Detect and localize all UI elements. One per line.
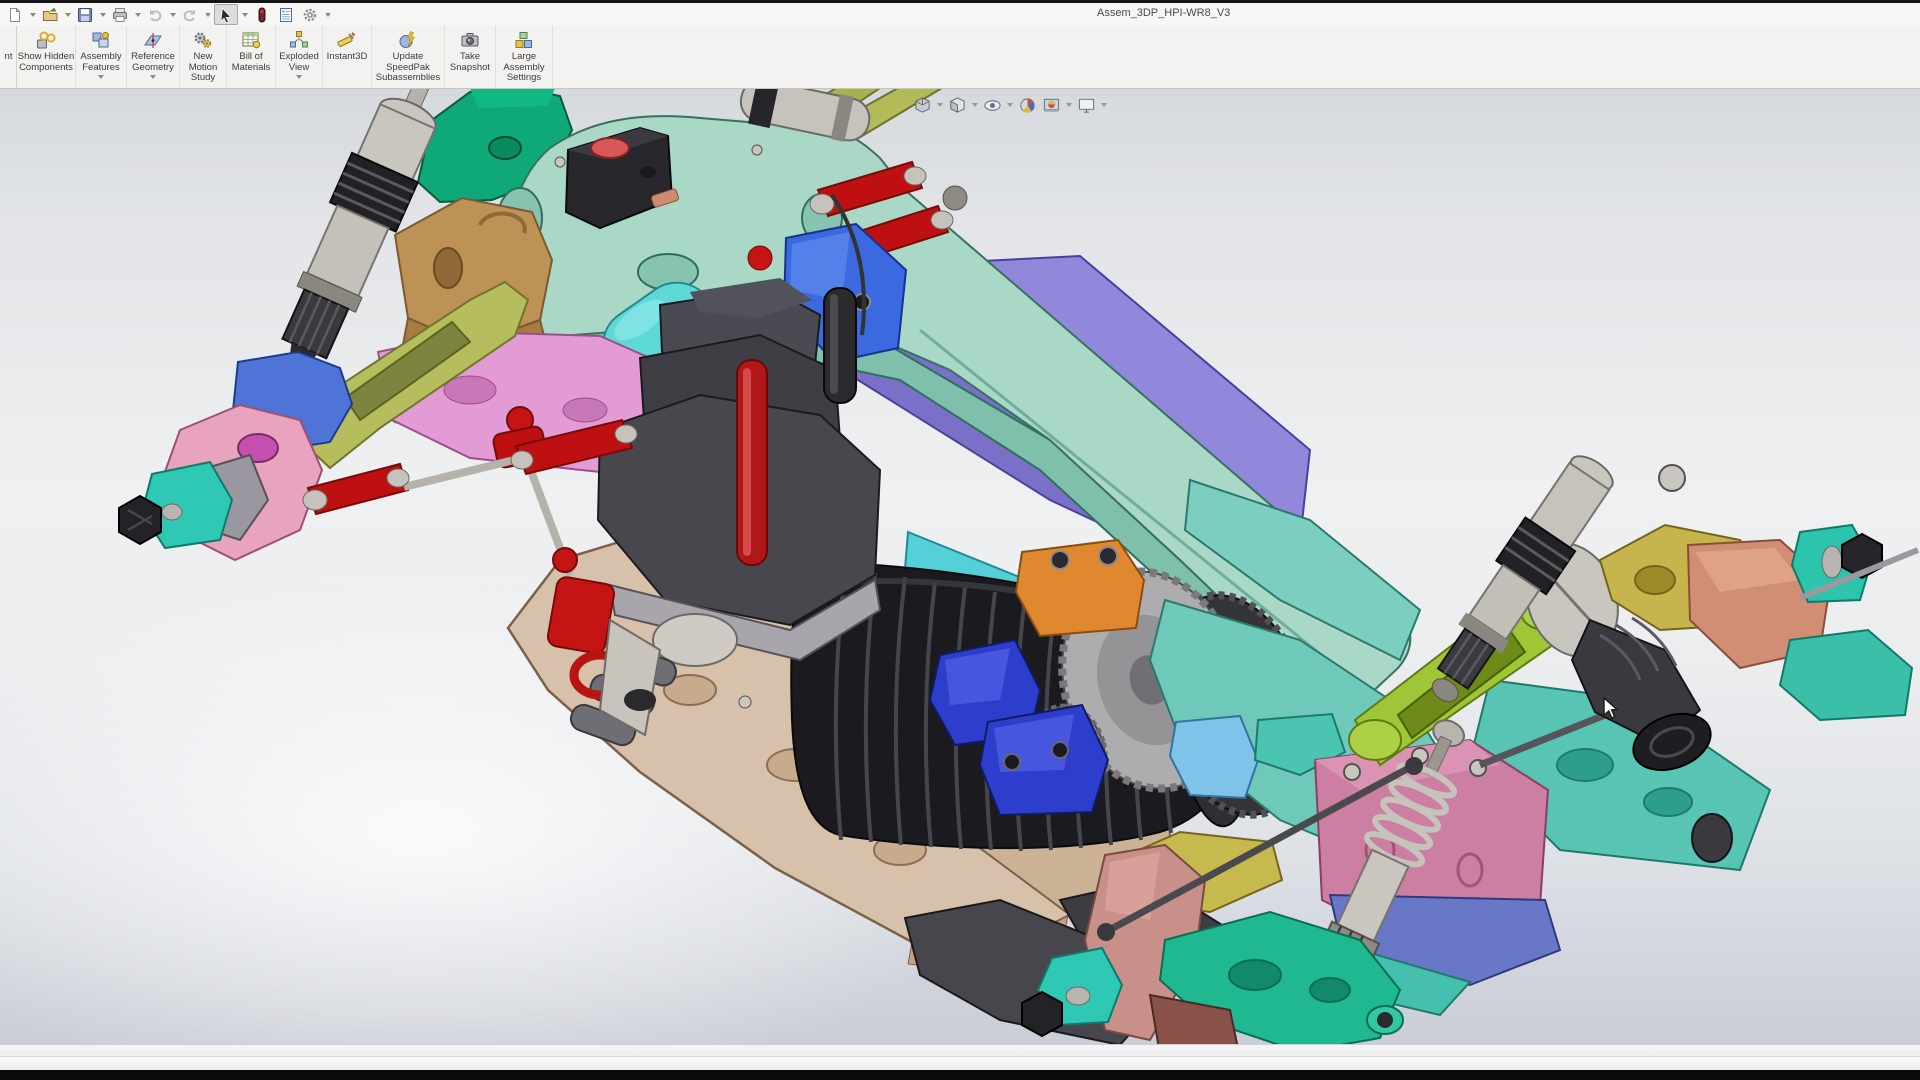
redo-button[interactable] (179, 5, 201, 24)
ribbon-button-update-speedpak[interactable]: Update SpeedPak Subassemblies (372, 26, 445, 88)
apply-scene-icon[interactable] (1041, 95, 1062, 116)
bill-of-materials-icon (241, 30, 261, 50)
solidworks-window: Assem_3DP_HPI-WR8_V3 nt Show Hidden Comp… (0, 0, 1920, 1080)
dropdown-caret-icon[interactable] (150, 75, 156, 79)
rebuild-traffic-light-icon (254, 7, 270, 23)
document-title: Assem_3DP_HPI-WR8_V3 (1097, 7, 1297, 19)
exploded-view-icon (289, 30, 309, 50)
viewport[interactable] (0, 89, 1920, 1044)
save-icon (77, 7, 93, 23)
print-dropdown-caret-icon[interactable] (133, 5, 142, 24)
save-dropdown-caret-icon[interactable] (98, 5, 107, 24)
open-button[interactable] (39, 5, 61, 24)
select-tool-button[interactable] (214, 4, 238, 25)
show-hidden-components-icon (36, 30, 56, 50)
taskbar-strip (0, 1070, 1920, 1080)
rebuild-button[interactable] (251, 5, 273, 24)
redo-dropdown-caret-icon[interactable] (203, 5, 212, 24)
heads-up-view-toolbar (912, 93, 1108, 117)
print-icon (112, 7, 128, 23)
open-folder-icon (42, 7, 58, 23)
command-manager-ribbon: nt Show Hidden Components Assembly Featu… (0, 26, 1920, 89)
view-settings-icon[interactable] (1076, 95, 1097, 116)
large-assembly-settings-icon (514, 30, 534, 50)
update-speedpak-icon (398, 30, 418, 50)
reference-geometry-icon (143, 30, 163, 50)
status-bar (0, 1044, 1920, 1071)
display-style-icon[interactable] (947, 95, 968, 116)
ribbon-button-instant3d[interactable]: Instant3D (323, 26, 372, 88)
instant3d-icon (337, 30, 357, 50)
open-dropdown-caret-icon[interactable] (63, 5, 72, 24)
ribbon-button-take-snapshot[interactable]: Take Snapshot (445, 26, 496, 88)
apply-scene-caret-icon[interactable] (1065, 95, 1073, 116)
file-properties-icon (278, 7, 294, 23)
ribbon-button-exploded-view[interactable]: Exploded View (276, 26, 323, 88)
ribbon-button-bill-of-materials[interactable]: Bill of Materials (227, 26, 276, 88)
hide-show-items-icon[interactable] (982, 95, 1003, 116)
view-orientation-icon[interactable] (912, 95, 933, 116)
status-bar-divider (0, 1056, 1920, 1057)
assembly-features-icon (91, 30, 111, 50)
view-orientation-caret-icon[interactable] (936, 95, 944, 116)
quick-access-toolbar: Assem_3DP_HPI-WR8_V3 (0, 3, 1920, 27)
select-dropdown-caret-icon[interactable] (240, 5, 249, 24)
save-button[interactable] (74, 5, 96, 24)
print-button[interactable] (109, 5, 131, 24)
undo-icon (147, 7, 163, 23)
undo-button[interactable] (144, 5, 166, 24)
redo-icon (182, 7, 198, 23)
part-orange-bracket[interactable] (1016, 540, 1144, 636)
new-dropdown-caret-icon[interactable] (28, 5, 37, 24)
select-arrow-icon (218, 7, 234, 23)
undo-dropdown-caret-icon[interactable] (168, 5, 177, 24)
ribbon-button-reference-geometry[interactable]: Reference Geometry (127, 26, 180, 88)
part-front-left-knuckle[interactable] (119, 405, 322, 560)
ribbon-button-insert-components[interactable]: nt (0, 26, 17, 88)
ribbon-button-show-hidden-components[interactable]: Show Hidden Components (17, 26, 76, 88)
new-motion-study-icon (193, 30, 213, 50)
hide-show-caret-icon[interactable] (1006, 95, 1014, 116)
dropdown-caret-icon[interactable] (98, 75, 104, 79)
edit-appearance-icon[interactable] (1017, 95, 1038, 116)
view-settings-caret-icon[interactable] (1100, 95, 1108, 116)
ribbon-button-new-motion-study[interactable]: New Motion Study (180, 26, 227, 88)
new-document-icon (7, 7, 23, 23)
dropdown-caret-icon[interactable] (296, 75, 302, 79)
new-document-button[interactable] (4, 5, 26, 24)
options-button[interactable] (299, 5, 321, 24)
ribbon-button-large-assembly-settings[interactable]: Large Assembly Settings (496, 26, 553, 88)
display-style-caret-icon[interactable] (971, 95, 979, 116)
file-properties-button[interactable] (275, 5, 297, 24)
options-dropdown-caret-icon[interactable] (323, 5, 332, 24)
options-gear-icon (302, 7, 318, 23)
model-canvas (0, 89, 1920, 1044)
take-snapshot-icon (460, 30, 480, 50)
ribbon-button-assembly-features[interactable]: Assembly Features (76, 26, 127, 88)
